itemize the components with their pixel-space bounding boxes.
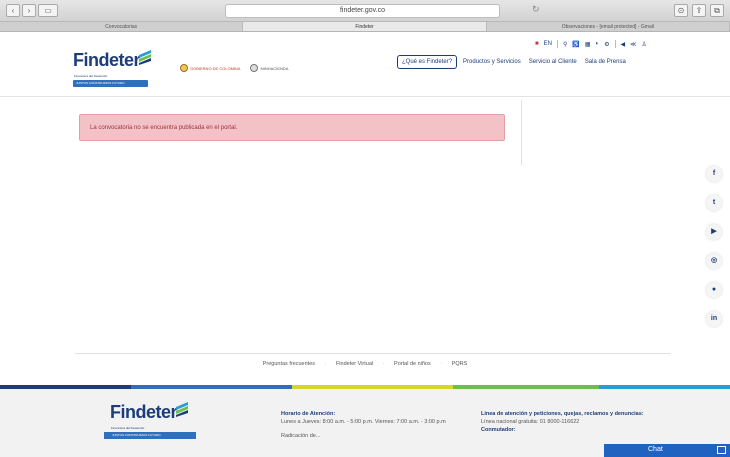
logo-stripes-icon bbox=[139, 50, 151, 65]
footer-logo[interactable]: Findeter Financiera del Desarrollo JUNTO… bbox=[104, 402, 196, 439]
footer-links: Preguntas frecuentes · Findeter Virtual … bbox=[262, 361, 468, 367]
back-button[interactable]: ‹ bbox=[6, 4, 20, 17]
search-icon[interactable]: ⚲ bbox=[563, 41, 567, 48]
logo-tagline: JUNTOS CONSTRUIMOS FUTURO bbox=[73, 80, 148, 87]
switchboard-title: Conmutador: bbox=[481, 427, 516, 433]
browser-actions: ⊙ ⇪ ⧉ bbox=[674, 4, 724, 17]
minhacienda-seal-icon bbox=[250, 64, 259, 72]
footer-divider bbox=[75, 353, 671, 354]
minhacienda-logo[interactable]: MINHACIENDA bbox=[250, 64, 288, 72]
site-header: Findeter Financiera del Desarrollo JUNTO… bbox=[0, 32, 730, 97]
chat-label: Chat bbox=[648, 446, 663, 453]
logo-text: Findeter bbox=[73, 50, 141, 70]
utility-bar: ■ EN ⚲ ♿ ▦ ◐ ⚙ ◀ ≪ ♙ bbox=[535, 40, 647, 48]
tab-convocatorias[interactable]: Convocatorias bbox=[0, 22, 244, 31]
gobierno-colombia-logo[interactable]: GOBIERNO DE COLOMBIA bbox=[180, 64, 240, 72]
contrast-icon[interactable]: ◐ bbox=[596, 41, 600, 47]
flickr-icon[interactable]: ● bbox=[706, 282, 722, 298]
chat-expand-icon[interactable] bbox=[717, 446, 726, 454]
url-bar[interactable]: findeter.gov.co bbox=[225, 4, 500, 18]
sidebar-divider bbox=[521, 100, 522, 165]
contact-line: Línea nacional gratuita: 01 8000-116622 bbox=[481, 419, 580, 425]
speaker-icon[interactable]: ◀ bbox=[621, 41, 626, 48]
logo-subtitle: Financiera del Desarrollo bbox=[74, 74, 108, 78]
hours-text: Lunes a Jueves: 8:00 a.m. - 5:00 p.m. Vi… bbox=[281, 419, 446, 425]
nav-sala-prensa[interactable]: Sala de Prensa bbox=[583, 56, 628, 68]
linkedin-icon[interactable]: in bbox=[706, 311, 722, 327]
error-alert: La convocatoria no se encuentra publicad… bbox=[79, 114, 505, 141]
footer-logo-tagline: JUNTOS CONSTRUIMOS FUTURO bbox=[104, 432, 196, 439]
nav-que-es-findeter[interactable]: ¿Qué es Findeter? bbox=[397, 55, 458, 69]
tabs-icon[interactable]: ⧉ bbox=[710, 4, 724, 17]
sidebar-icon[interactable]: ▭ bbox=[38, 4, 58, 17]
nav-productos-servicios[interactable]: Productos y Servicios bbox=[461, 56, 523, 68]
footer-contact: Línea de atención y peticiones, quejas, … bbox=[481, 410, 701, 434]
hours-title: Horario de Atención: bbox=[281, 411, 336, 417]
sitemap-icon[interactable]: ▦ bbox=[585, 41, 591, 48]
gov1-label: GOBIERNO DE COLOMBIA bbox=[190, 65, 241, 71]
hours-more: Radicación de... bbox=[281, 433, 321, 439]
accessibility-icon[interactable]: ♿ bbox=[572, 41, 579, 48]
contact-title: Línea de atención y peticiones, quejas, … bbox=[481, 411, 644, 417]
share-icon[interactable]: ⇪ bbox=[692, 4, 706, 17]
tab-gmail[interactable]: Observaciones - [email protected] - Gmai… bbox=[487, 22, 730, 31]
main-nav: ¿Qué es Findeter? Productos y Servicios … bbox=[397, 55, 628, 69]
user-icon[interactable]: ♙ bbox=[641, 41, 646, 48]
gov2-label: MINHACIENDA bbox=[260, 65, 289, 71]
reload-icon[interactable]: ↻ bbox=[532, 4, 540, 15]
twitter-icon[interactable]: t bbox=[706, 195, 722, 211]
footer-hours: Horario de Atención: Lunes a Jueves: 8:0… bbox=[281, 410, 466, 440]
government-logos: GOBIERNO DE COLOMBIA MINHACIENDA bbox=[180, 64, 288, 72]
english-flag-icon[interactable]: ■ bbox=[535, 41, 539, 47]
footer-logo-stripes-icon bbox=[176, 402, 188, 417]
browser-toolbar: ‹ › ▭ findeter.gov.co ↻ ⊙ ⇪ ⧉ bbox=[0, 0, 730, 22]
link-preguntas-frecuentes[interactable]: Preguntas frecuentes bbox=[263, 361, 315, 367]
forward-button[interactable]: › bbox=[22, 4, 36, 17]
share-icon[interactable]: ≪ bbox=[630, 41, 636, 48]
chat-widget[interactable]: Chat bbox=[604, 444, 730, 457]
link-portal-ninos[interactable]: Portal de niños bbox=[394, 361, 431, 367]
link-findeter-virtual[interactable]: Findeter Virtual bbox=[336, 361, 373, 367]
download-icon[interactable]: ⊙ bbox=[674, 4, 688, 17]
findeter-logo[interactable]: Findeter Financiera del Desarrollo JUNTO… bbox=[73, 50, 151, 87]
language-link[interactable]: EN bbox=[544, 41, 552, 47]
footer-vertical-text bbox=[257, 411, 263, 451]
colombia-seal-icon bbox=[180, 64, 188, 72]
instagram-icon[interactable]: ◎ bbox=[706, 253, 722, 269]
tab-findeter[interactable]: Findeter bbox=[243, 22, 487, 31]
social-links: f t ▶ ◎ ● in bbox=[706, 166, 722, 327]
browser-tab-strip: Convocatorias Findeter Observaciones - [… bbox=[0, 22, 730, 32]
footer-logo-text: Findeter bbox=[110, 402, 178, 422]
link-pqrs[interactable]: PQRS bbox=[452, 361, 468, 367]
footer-logo-subtitle: Financiera del Desarrollo bbox=[111, 426, 145, 430]
settings-icon[interactable]: ⚙ bbox=[604, 41, 609, 48]
browser-nav-buttons: ‹ › ▭ bbox=[6, 4, 58, 17]
youtube-icon[interactable]: ▶ bbox=[706, 224, 722, 240]
facebook-icon[interactable]: f bbox=[706, 166, 722, 182]
nav-servicio-cliente[interactable]: Servicio al Cliente bbox=[527, 56, 579, 68]
